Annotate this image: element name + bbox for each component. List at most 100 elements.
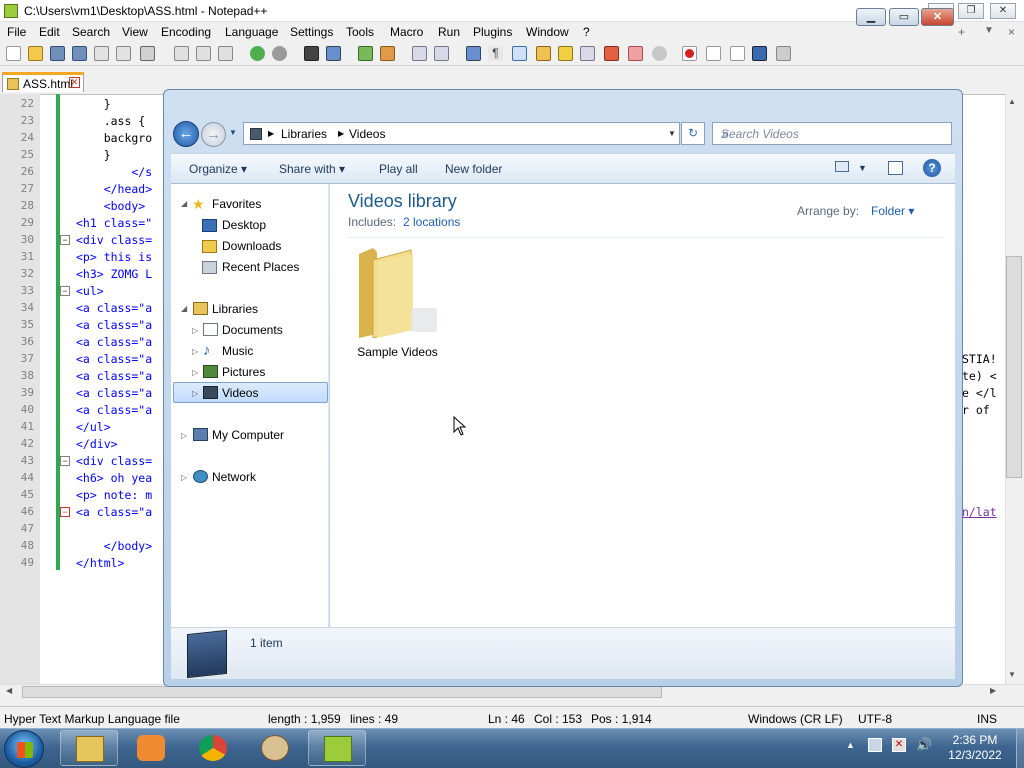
explorer-minimize-button[interactable]: ▁ (856, 8, 886, 26)
code-line[interactable]: <p> note: m (76, 488, 152, 502)
fold-toggle-icon[interactable]: − (60, 456, 70, 466)
zoom-out-icon[interactable] (380, 46, 395, 61)
tab-close-icon[interactable]: ✕ (69, 77, 80, 88)
menu-edit[interactable]: Edit (39, 25, 60, 39)
tab-ass-html[interactable]: ASS.html ✕ (2, 72, 84, 92)
new-file-icon[interactable] (6, 46, 21, 61)
taskbar-explorer[interactable] (60, 730, 118, 766)
volume-icon[interactable]: 🔊 (916, 737, 932, 753)
code-line[interactable]: <body> (76, 199, 146, 213)
search-input[interactable]: Search Videos ⌕ (712, 122, 952, 145)
code-line[interactable]: <h6> oh yea (76, 471, 152, 485)
refresh-icon[interactable]: ↻ (681, 122, 705, 145)
explorer-close-button[interactable]: ✕ (921, 8, 954, 26)
nav-network[interactable]: Network (212, 470, 256, 484)
share-with-button[interactable]: Share with ▾ (279, 162, 345, 176)
show-hidden-icons[interactable]: ▲ (846, 740, 855, 750)
nav-music[interactable]: Music (222, 344, 253, 358)
print-icon[interactable] (140, 46, 155, 61)
locations-link[interactable]: 2 locations (403, 215, 460, 229)
monitor-icon[interactable] (628, 46, 643, 61)
expand-documents-icon[interactable]: ▷ (192, 326, 198, 335)
new-tab-button[interactable]: + (958, 25, 965, 39)
close-button[interactable]: ✕ (990, 3, 1016, 19)
stop-macro-icon[interactable] (706, 46, 721, 61)
menu-plugins[interactable]: Plugins (473, 25, 512, 39)
preview-pane-icon[interactable] (888, 161, 903, 175)
menu-settings[interactable]: Settings (290, 25, 333, 39)
help-icon[interactable]: ? (923, 159, 941, 177)
network-tray-icon[interactable] (868, 738, 882, 752)
save-icon[interactable] (50, 46, 65, 61)
code-line[interactable]: .ass { (76, 114, 146, 128)
expand-pictures-icon[interactable]: ▷ (192, 368, 198, 377)
code-line[interactable]: <a class="a (76, 352, 152, 366)
code-line[interactable]: <a class="a (76, 369, 152, 383)
expand-favorites-icon[interactable]: ◢ (181, 199, 187, 208)
code-line[interactable]: <p> this is (76, 250, 152, 264)
close-file-icon[interactable] (94, 46, 109, 61)
code-line[interactable]: <a class="a (76, 386, 152, 400)
code-line[interactable]: <a class="a (76, 403, 152, 417)
menu-help[interactable]: ? (583, 25, 590, 39)
chevron-right-icon[interactable]: ▶ (338, 129, 344, 138)
close-tab-button[interactable]: × (1008, 25, 1015, 39)
menu-view[interactable]: View (122, 25, 148, 39)
view-dropdown-icon[interactable]: ▼ (858, 163, 867, 173)
redo-icon[interactable] (272, 46, 287, 61)
taskbar-paint[interactable] (246, 730, 304, 766)
expand-computer-icon[interactable]: ▷ (181, 431, 187, 440)
code-line[interactable]: <a class="a (76, 301, 152, 315)
menu-language[interactable]: Language (225, 25, 278, 39)
nav-recent-places[interactable]: Recent Places (222, 260, 299, 274)
fold-toggle-icon[interactable]: − (60, 235, 70, 245)
chevron-right-icon[interactable]: ▶ (268, 129, 274, 138)
folder-workspace-icon[interactable] (604, 46, 619, 61)
scroll-left-arrow[interactable]: ◀ (6, 686, 12, 695)
replace-icon[interactable] (326, 46, 341, 61)
find-icon[interactable] (304, 46, 319, 61)
code-line[interactable]: backgro (76, 131, 152, 145)
code-line[interactable]: <ul> (76, 284, 104, 298)
nav-downloads[interactable]: Downloads (222, 239, 281, 253)
code-line[interactable]: <h3> ZOMG L (76, 267, 152, 281)
nav-my-computer[interactable]: My Computer (212, 428, 284, 442)
maximize-button[interactable]: ❐ (958, 3, 984, 19)
zoom-in-icon[interactable] (358, 46, 373, 61)
action-center-icon[interactable]: ✕ (892, 738, 906, 752)
nav-documents[interactable]: Documents (222, 323, 283, 337)
code-line[interactable]: <a class="a (76, 505, 152, 519)
code-line[interactable]: </div> (76, 437, 118, 451)
sync-v-icon[interactable] (412, 46, 427, 61)
code-line[interactable]: </ul> (76, 420, 111, 434)
expand-music-icon[interactable]: ▷ (192, 347, 198, 356)
code-line[interactable]: </s (76, 165, 152, 179)
menu-run[interactable]: Run (438, 25, 460, 39)
clock[interactable]: 2:36 PM 12/3/2022 (940, 733, 1010, 763)
code-line[interactable]: } (76, 97, 111, 111)
menu-window[interactable]: Window (526, 25, 569, 39)
sync-h-icon[interactable] (434, 46, 449, 61)
code-line[interactable]: </head> (76, 182, 152, 196)
breadcrumb-videos[interactable]: Videos (349, 127, 385, 141)
address-dropdown-icon[interactable]: ▼ (668, 129, 676, 138)
save-all-icon[interactable] (72, 46, 87, 61)
forward-button[interactable]: → (201, 122, 226, 147)
func-list-icon[interactable] (580, 46, 595, 61)
back-button[interactable]: ← (173, 121, 199, 147)
recent-pages-icon[interactable]: ▼ (229, 128, 237, 137)
scroll-up-arrow[interactable]: ▲ (1008, 97, 1016, 106)
explorer-maximize-button[interactable]: ▭ (889, 8, 919, 26)
paste-icon[interactable] (218, 46, 233, 61)
new-folder-button[interactable]: New folder (445, 162, 502, 176)
address-bar[interactable]: ▶ Libraries ▶ Videos ▼ (243, 122, 680, 145)
scroll-right-arrow[interactable]: ▶ (990, 686, 996, 695)
breadcrumb-libraries[interactable]: Libraries (281, 127, 327, 141)
folder-icon[interactable] (355, 246, 440, 339)
organize-button[interactable]: Organize ▾ (189, 162, 247, 176)
eye-icon[interactable] (652, 46, 667, 61)
menu-search[interactable]: Search (72, 25, 110, 39)
nav-libraries[interactable]: Libraries (212, 302, 258, 316)
horizontal-scroll-thumb[interactable] (22, 686, 662, 698)
taskbar-media-player[interactable] (122, 730, 180, 766)
